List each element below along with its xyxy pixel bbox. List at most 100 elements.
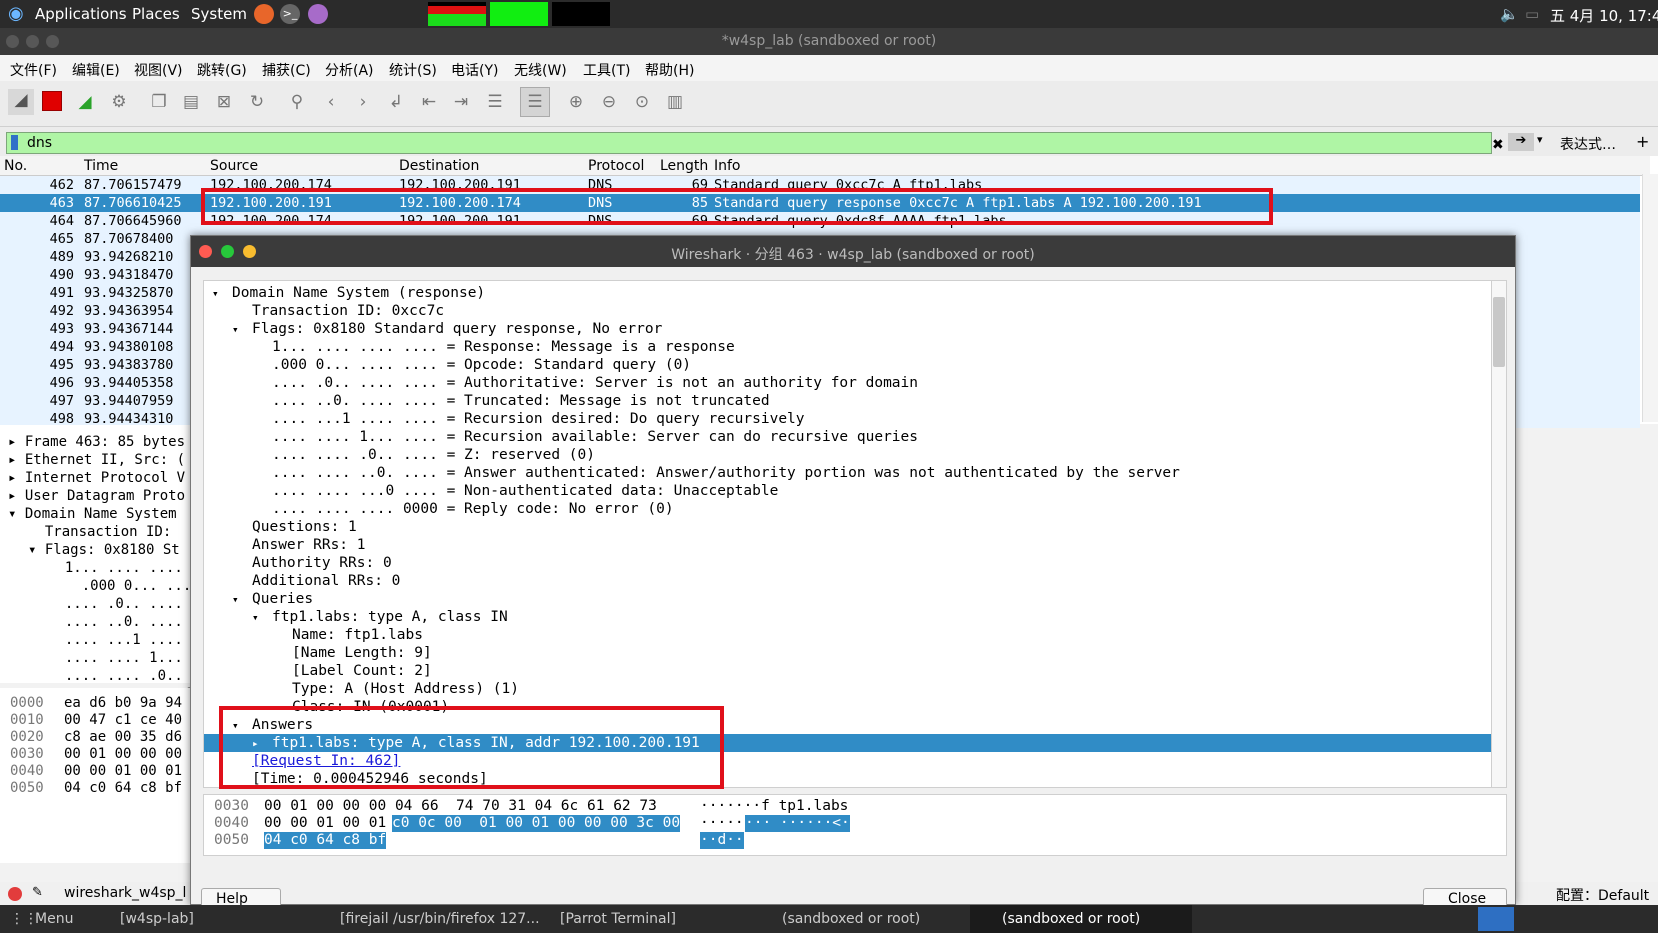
zoom-out-icon[interactable]: ⊖ <box>598 91 620 113</box>
menu-view[interactable]: 视图(V) <box>134 60 183 80</box>
expand-arrow-icon[interactable] <box>48 614 65 630</box>
stop-capture-icon[interactable] <box>42 91 62 111</box>
task-w4sp-lab[interactable]: [w4sp-lab] <box>120 911 194 927</box>
col-time[interactable]: Time <box>84 158 118 174</box>
profile-label[interactable]: 配置：Default <box>1556 885 1649 905</box>
col-protocol[interactable]: Protocol <box>588 158 644 174</box>
dialog-tree-scrollbar[interactable] <box>1491 280 1507 788</box>
go-back-icon[interactable]: ‹ <box>320 91 342 113</box>
expand-arrow-icon[interactable]: ▾ <box>8 506 25 522</box>
zoom-in-icon[interactable]: ⊕ <box>565 91 587 113</box>
expand-arrow-icon[interactable]: ▾ <box>232 321 252 339</box>
resize-columns-icon[interactable]: ▥ <box>664 91 686 113</box>
edit-comment-icon[interactable]: ✎ <box>32 885 43 900</box>
detail-item[interactable]: .... .0.. .... <box>48 595 183 613</box>
tree-item[interactable]: .... ...1 .... .... = Recursion desired:… <box>252 410 805 428</box>
tree-item[interactable]: [Name Length: 9] <box>272 644 432 662</box>
menu-go[interactable]: 跳转(G) <box>197 60 247 80</box>
zoom-normal-icon[interactable]: ⊙ <box>631 91 653 113</box>
expand-arrow-icon[interactable]: ▾ <box>252 609 272 627</box>
find-packet-icon[interactable]: ⚲ <box>286 91 308 113</box>
menu-edit[interactable]: 编辑(E) <box>72 60 120 80</box>
detail-item[interactable]: Transaction ID: <box>28 523 171 541</box>
firefox-icon[interactable] <box>254 4 274 24</box>
tree-item[interactable]: [Label Count: 2] <box>272 662 432 680</box>
detail-item[interactable]: ▸ User Datagram Proto <box>8 487 185 505</box>
tree-item[interactable]: .... .... .0.. .... = Z: reserved (0) <box>252 446 595 464</box>
col-source[interactable]: Source <box>210 158 258 174</box>
go-forward-icon[interactable]: › <box>352 91 374 113</box>
save-file-icon[interactable]: ▤ <box>180 91 202 113</box>
col-length[interactable]: Length <box>660 158 708 174</box>
clock[interactable]: 五 4月 10, 17:49 <box>1550 5 1658 26</box>
terminal-icon[interactable]: >_ <box>280 4 300 24</box>
tree-item[interactable]: Authority RRs: 0 <box>232 554 392 572</box>
col-no[interactable]: No. <box>4 158 27 174</box>
detail-item[interactable]: .... .... .0.. <box>48 667 183 685</box>
expand-arrow-icon[interactable] <box>48 578 65 594</box>
add-filter-button[interactable]: + <box>1636 132 1649 151</box>
detail-item[interactable]: ▸ Ethernet II, Src: ( <box>8 451 185 469</box>
bookmark-icon[interactable] <box>11 135 18 150</box>
filter-dropdown-icon[interactable]: ▾ <box>1537 133 1543 146</box>
tree-item[interactable]: ▾ Domain Name System (response) <box>212 284 485 302</box>
detail-item[interactable]: .... .... 1... <box>48 649 183 667</box>
menu-wireless[interactable]: 无线(W) <box>514 60 567 80</box>
tree-item[interactable]: Questions: 1 <box>232 518 357 536</box>
col-info[interactable]: Info <box>714 158 741 174</box>
expand-arrow-icon[interactable]: ▾ <box>232 591 252 609</box>
filter-expression-button[interactable]: 表达式… <box>1560 134 1616 154</box>
tree-item[interactable]: Additional RRs: 0 <box>232 572 400 590</box>
capture-options-icon[interactable]: ⚙ <box>108 91 130 113</box>
restart-capture-icon[interactable]: ◢ <box>74 91 96 113</box>
expand-arrow-icon[interactable] <box>48 632 65 648</box>
scroll-thumb[interactable] <box>1493 297 1505 367</box>
expand-arrow-icon[interactable]: ▸ <box>8 470 25 486</box>
task-firefox[interactable]: [firejail /usr/bin/firefox 127... <box>340 911 540 927</box>
tree-item[interactable]: ▾ Flags: 0x8180 Standard query response,… <box>232 320 662 338</box>
tree-item[interactable]: .... .... .... 0000 = Reply code: No err… <box>252 500 674 518</box>
tree-item[interactable]: 1... .... .... .... = Response: Message … <box>252 338 735 356</box>
reload-file-icon[interactable]: ↻ <box>246 91 268 113</box>
open-file-icon[interactable]: ❐ <box>148 91 170 113</box>
menu-help[interactable]: 帮助(H) <box>645 60 694 80</box>
tree-item[interactable]: Type: A (Host Address) (1) <box>272 680 519 698</box>
close-file-icon[interactable]: ⊠ <box>213 91 235 113</box>
task-terminal[interactable]: [Parrot Terminal] <box>560 911 676 927</box>
menu-capture[interactable]: 捕获(C) <box>262 60 311 80</box>
col-destination[interactable]: Destination <box>399 158 479 174</box>
applications-menu[interactable]: Applications <box>35 5 127 23</box>
expert-info-icon[interactable] <box>8 887 22 901</box>
expand-arrow-icon[interactable]: ▾ <box>212 285 232 303</box>
tree-item[interactable]: ▾ Queries <box>232 590 313 608</box>
tree-item[interactable]: .... ..0. .... .... = Truncated: Message… <box>252 392 770 410</box>
detail-item[interactable]: ▾ Domain Name System <box>8 505 177 523</box>
expand-arrow-icon[interactable]: ▸ <box>8 434 25 450</box>
first-packet-icon[interactable]: ⇤ <box>418 91 440 113</box>
expand-arrow-icon[interactable]: ▸ <box>8 452 25 468</box>
start-capture-icon[interactable]: ◢ <box>8 89 34 115</box>
expand-arrow-icon[interactable] <box>48 560 65 576</box>
menu-statistics[interactable]: 统计(S) <box>389 60 437 80</box>
detail-item[interactable]: ▸ Frame 463: 85 bytes <box>8 433 185 451</box>
detail-item[interactable]: ▾ Flags: 0x8180 St <box>28 541 180 559</box>
text-editor-icon[interactable] <box>308 4 328 24</box>
tree-item[interactable]: Name: ftp1.labs <box>272 626 423 644</box>
detail-item[interactable]: .... ..0. .... <box>48 613 183 631</box>
menu-telephony[interactable]: 电话(Y) <box>451 60 498 80</box>
tree-item[interactable]: ▾ ftp1.labs: type A, class IN <box>252 608 508 626</box>
places-menu[interactable]: Places <box>132 5 180 23</box>
grid-menu-icon[interactable]: ⋮⋮ <box>10 911 38 927</box>
menu-analyze[interactable]: 分析(A) <box>325 60 374 80</box>
packet-list-scrollbar[interactable] <box>1642 174 1658 422</box>
display-icon[interactable]: ▭ <box>1525 5 1539 23</box>
tree-item[interactable]: .000 0... .... .... = Opcode: Standard q… <box>252 356 691 374</box>
display-filter-input[interactable]: dns ✖ <box>6 132 1504 154</box>
workspace-switcher[interactable] <box>1478 907 1514 931</box>
go-to-packet-icon[interactable]: ↲ <box>385 91 407 113</box>
colorize-icon[interactable]: ☰ <box>520 87 550 117</box>
clear-filter-icon[interactable]: ✖ <box>1492 135 1504 155</box>
volume-icon[interactable]: 🔈 <box>1500 5 1519 23</box>
menu-launcher[interactable]: Menu <box>35 911 73 927</box>
expand-arrow-icon[interactable] <box>48 668 65 684</box>
